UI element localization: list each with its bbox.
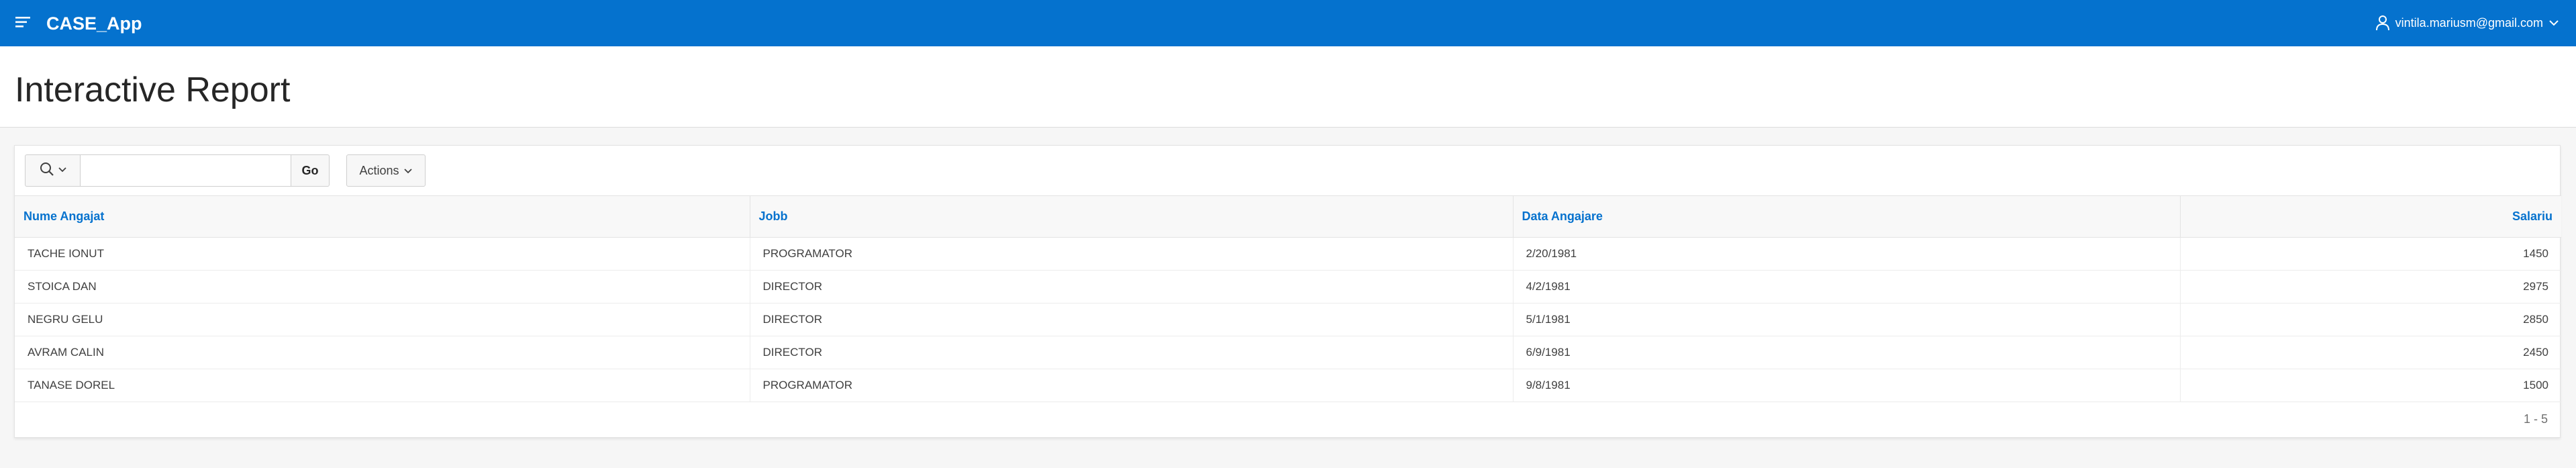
report-table: Nume Angajat Jobb Data Angajare Salariu … — [15, 195, 2561, 402]
app-title[interactable]: CASE_App — [46, 10, 142, 37]
cell-nume-angajat: STOICA DAN — [15, 270, 750, 303]
title-region: Interactive Report — [0, 46, 2576, 128]
user-icon — [2375, 15, 2390, 31]
cell-nume-angajat: NEGRU GELU — [15, 303, 750, 336]
cell-data-angajare: 9/8/1981 — [1513, 369, 2181, 402]
table-row: NEGRU GELU DIRECTOR 5/1/1981 2850 — [15, 303, 2561, 336]
chevron-down-icon — [58, 165, 67, 177]
page-title: Interactive Report — [15, 71, 291, 109]
column-header-nume-angajat[interactable]: Nume Angajat — [15, 195, 750, 238]
cell-nume-angajat: AVRAM CALIN — [15, 336, 750, 369]
actions-label: Actions — [359, 163, 399, 177]
cell-nume-angajat: TANASE DOREL — [15, 369, 750, 402]
search-input[interactable] — [80, 154, 291, 187]
chevron-down-icon — [403, 164, 413, 178]
cell-data-angajare: 4/2/1981 — [1513, 270, 2181, 303]
user-menu[interactable]: vintila.mariusm@gmail.com — [2375, 11, 2559, 35]
interactive-report: Go Actions Nume Angajat Jobb Data Angaja… — [14, 145, 2561, 438]
search-column-selector[interactable] — [25, 154, 80, 187]
cell-jobb: DIRECTOR — [750, 303, 1514, 336]
cell-salariu: 1500 — [2180, 369, 2561, 402]
cell-data-angajare: 6/9/1981 — [1513, 336, 2181, 369]
search-bar: Go — [25, 154, 330, 187]
cell-data-angajare: 5/1/1981 — [1513, 303, 2181, 336]
pagination-range: 1 - 5 — [2523, 412, 2548, 426]
navigation-menu-toggle[interactable] — [13, 12, 34, 32]
cell-salariu: 2450 — [2180, 336, 2561, 369]
search-icon — [39, 161, 55, 181]
table-row: TACHE IONUT PROGRAMATOR 2/20/1981 1450 — [15, 237, 2561, 271]
table-header-row: Nume Angajat Jobb Data Angajare Salariu — [15, 195, 2561, 238]
cell-nume-angajat: TACHE IONUT — [15, 237, 750, 271]
cell-salariu: 1450 — [2180, 237, 2561, 271]
column-header-data-angajare[interactable]: Data Angajare — [1513, 195, 2181, 238]
cell-jobb: DIRECTOR — [750, 270, 1514, 303]
cell-jobb: PROGRAMATOR — [750, 369, 1514, 402]
user-email: vintila.mariusm@gmail.com — [2395, 15, 2543, 30]
hamburger-menu-icon — [13, 12, 34, 32]
cell-salariu: 2975 — [2180, 270, 2561, 303]
report-toolbar: Go Actions — [15, 146, 2560, 195]
table-row: AVRAM CALIN DIRECTOR 6/9/1981 2450 — [15, 336, 2561, 369]
cell-data-angajare: 2/20/1981 — [1513, 237, 2181, 271]
cell-jobb: PROGRAMATOR — [750, 237, 1514, 271]
column-header-salariu[interactable]: Salariu — [2180, 195, 2561, 238]
column-header-jobb[interactable]: Jobb — [750, 195, 1514, 238]
actions-menu-button[interactable]: Actions — [346, 154, 426, 187]
chevron-down-icon — [2548, 19, 2559, 27]
table-row: STOICA DAN DIRECTOR 4/2/1981 2975 — [15, 270, 2561, 303]
cell-salariu: 2850 — [2180, 303, 2561, 336]
cell-jobb: DIRECTOR — [750, 336, 1514, 369]
app-header: CASE_App vintila.mariusm@gmail.com — [0, 0, 2576, 46]
table-row: TANASE DOREL PROGRAMATOR 9/8/1981 1500 — [15, 369, 2561, 402]
go-button[interactable]: Go — [291, 154, 330, 187]
